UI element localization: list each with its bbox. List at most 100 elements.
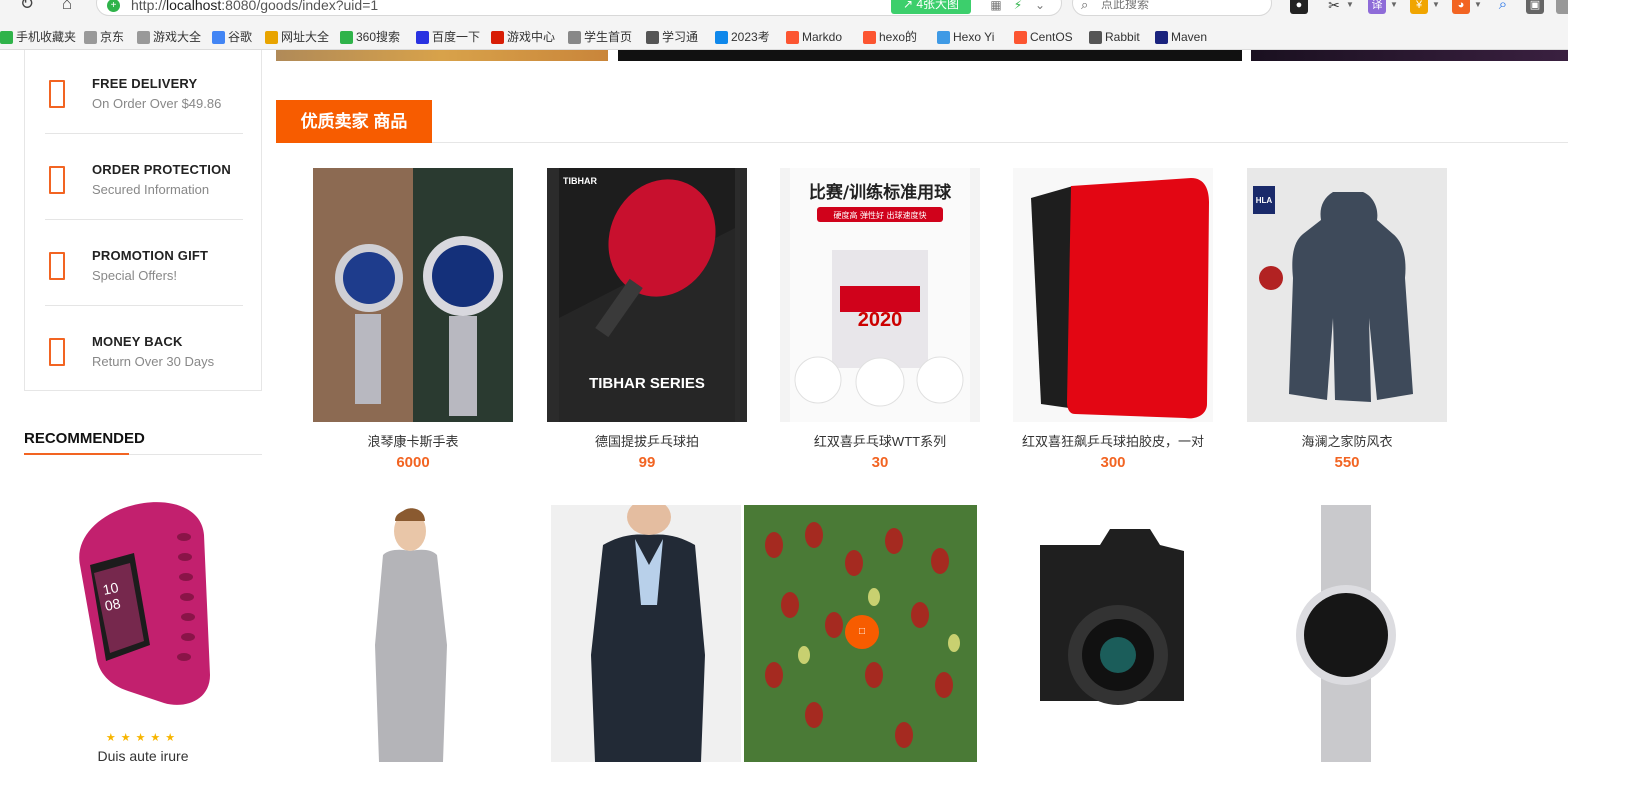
chevron-down-icon[interactable]: ▼ xyxy=(1474,0,1482,9)
bookmark-item[interactable]: 网址大全 xyxy=(265,27,329,47)
bookmark-label: 学生首页 xyxy=(584,30,633,44)
bookmark-item[interactable]: 2023考 xyxy=(715,27,770,47)
bookmarks-bar: 手机收藏夹 京东 游戏大全 谷歌 网址大全 360搜索 百度一下 游戏中心 学生首页 学习通 202… xyxy=(0,27,1568,47)
bookmark-label: 京东 xyxy=(100,30,125,44)
product-image-rubber[interactable] xyxy=(1013,168,1213,422)
rating-stars: ★★★★★ xyxy=(105,732,181,744)
feature-order-protection: ORDER PROTECTION Secured Information xyxy=(45,133,243,219)
big-image-button[interactable]: ↗ 4张大图 xyxy=(891,0,971,14)
product-name[interactable]: 浪琴康卡斯手表 xyxy=(313,431,513,450)
bookmark-label: hexo的 xyxy=(879,30,918,44)
delivery-icon xyxy=(49,80,65,108)
bookmark-item[interactable]: 游戏大全 xyxy=(137,27,201,47)
product-image-tissot-watch[interactable] xyxy=(1247,505,1447,762)
product-name[interactable]: 红双喜狂飙乒乓球拍胶皮，一对 xyxy=(1013,431,1213,450)
balls-tagline-text: 硬度高 弹性好 出球速度快 xyxy=(833,210,926,220)
section-divider xyxy=(276,142,1568,143)
product-name[interactable]: 红双喜乒乓球WTT系列 xyxy=(780,431,980,450)
fitness-band-image[interactable]: 10 08 xyxy=(24,495,262,725)
feature-promotion-gift: PROMOTION GIFT Special Offers! xyxy=(45,219,243,305)
feature-divider xyxy=(45,219,243,220)
magnifier-icon[interactable]: ⌕ xyxy=(1494,0,1512,14)
extension-icon[interactable]: ● xyxy=(1290,0,1308,14)
product-price: 99 xyxy=(638,454,656,471)
recommended-heading: RECOMMENDED xyxy=(24,430,145,447)
browser-chrome: ↻ ⌂ + http://localhost:8080/goods/index?… xyxy=(0,0,1568,50)
csdn-icon xyxy=(786,30,799,44)
product-image-long-coat[interactable] xyxy=(313,505,513,762)
bookmark-item[interactable]: 京东 xyxy=(84,27,124,47)
browser-search-input[interactable] xyxy=(1101,0,1261,11)
product-image-paddle[interactable]: TIBHAR TIBHAR SERIES xyxy=(547,168,747,422)
coupon-icon[interactable]: ¥ xyxy=(1410,0,1428,14)
browser-search-box[interactable]: ⌕ xyxy=(1072,0,1272,16)
jacket-brand-text: HLA xyxy=(1256,196,1273,205)
bookmark-item[interactable]: Markdo xyxy=(786,27,842,47)
feature-divider xyxy=(45,305,243,306)
section-title: 优质卖家 商品 xyxy=(276,100,432,143)
product-name[interactable]: 海澜之家防风衣 xyxy=(1247,431,1447,450)
product-image-camera[interactable] xyxy=(1000,505,1200,762)
clipboard-icon[interactable]: ▣ xyxy=(1526,0,1544,14)
banner-image-right[interactable] xyxy=(1251,50,1568,61)
bookmark-label: 游戏大全 xyxy=(153,30,202,44)
qr-code-icon[interactable]: ▦ xyxy=(989,0,1003,12)
product-name[interactable]: 德国提拔乒乓球拍 xyxy=(547,431,747,450)
feature-subtitle: On Order Over $49.86 xyxy=(92,96,222,111)
bookmark-item[interactable]: Maven xyxy=(1155,27,1207,47)
product-image-balls[interactable]: 比赛/训练标准用球 硬度高 弹性好 出球速度快 2020 xyxy=(780,168,980,422)
bookmark-item[interactable]: 360搜索 xyxy=(340,27,400,47)
scissors-icon[interactable]: ✂ xyxy=(1325,0,1343,14)
baidu-icon xyxy=(416,30,429,44)
money-back-icon xyxy=(49,338,65,366)
bookmark-item[interactable]: 百度一下 xyxy=(416,27,480,47)
feature-title: PROMOTION GIFT xyxy=(92,248,209,263)
bookmark-icon xyxy=(0,30,13,44)
bookmark-item[interactable]: 手机收藏夹 xyxy=(0,27,76,47)
translate-icon[interactable]: 译 xyxy=(1368,0,1386,14)
game-icon xyxy=(491,30,504,44)
reload-icon[interactable]: ↻ xyxy=(16,0,38,16)
quick-view-button[interactable]: □ xyxy=(845,615,879,649)
home-icon[interactable]: ⌂ xyxy=(56,0,78,16)
feature-subtitle: Secured Information xyxy=(92,182,210,197)
bookmark-item[interactable]: Rabbit xyxy=(1089,27,1140,47)
bookmark-label: 网址大全 xyxy=(281,30,330,44)
game-controller-icon[interactable]: ◕ xyxy=(1452,0,1470,14)
recommended-item-name[interactable]: Duis aute irure xyxy=(24,748,262,762)
page-content: FREE DELIVERY On Order Over $49.86 ORDER… xyxy=(0,50,1568,762)
csdn-icon xyxy=(1014,30,1027,44)
url-text[interactable]: http://localhost:8080/goods/index?uid=1 xyxy=(131,0,378,13)
features-box: FREE DELIVERY On Order Over $49.86 ORDER… xyxy=(24,50,262,391)
balls-year-text: 2020 xyxy=(858,309,903,331)
bookmark-item[interactable]: 谷歌 xyxy=(212,27,252,47)
bookmark-label: 百度一下 xyxy=(432,30,481,44)
bookmark-label: Hexo Yi xyxy=(953,30,995,44)
bookmark-label: 2023考 xyxy=(731,30,770,44)
bookmark-item[interactable]: 学生首页 xyxy=(568,27,632,47)
page-icon xyxy=(84,30,97,44)
recommended-card[interactable]: 10 08 ★★★★★ Duis aute irure xyxy=(24,495,262,762)
address-bar[interactable]: + http://localhost:8080/goods/index?uid=… xyxy=(96,0,1062,16)
banner-image-center[interactable] xyxy=(618,50,1242,61)
bookmark-item[interactable]: 学习通 xyxy=(646,27,698,47)
chevron-down-icon[interactable]: ⌄ xyxy=(1033,0,1047,12)
gift-icon xyxy=(49,252,65,280)
bookmark-item[interactable]: 游戏中心 xyxy=(491,27,555,47)
product-image-jacket[interactable]: HLA xyxy=(1247,168,1447,422)
bookmark-label: Rabbit xyxy=(1105,30,1140,44)
chevron-down-icon[interactable]: ▼ xyxy=(1346,0,1354,9)
bookmark-item[interactable]: Hexo Yi xyxy=(937,27,994,47)
banner-image-left[interactable] xyxy=(276,50,608,61)
chevron-down-icon[interactable]: ▼ xyxy=(1432,0,1440,9)
lightning-icon[interactable]: ⚡ xyxy=(1011,0,1025,12)
secure-shield-icon: + xyxy=(107,0,120,12)
feature-subtitle: Return Over 30 Days xyxy=(92,354,215,369)
bookmark-item[interactable]: CentOS xyxy=(1014,27,1073,47)
product-image-watch[interactable] xyxy=(313,168,513,422)
bookmark-item[interactable]: hexo的 xyxy=(863,27,917,47)
more-icon[interactable] xyxy=(1556,0,1568,14)
url-rest: :8080/goods/index?uid=1 xyxy=(221,0,379,13)
chevron-down-icon[interactable]: ▼ xyxy=(1390,0,1398,9)
product-image-blazer[interactable] xyxy=(551,505,741,762)
